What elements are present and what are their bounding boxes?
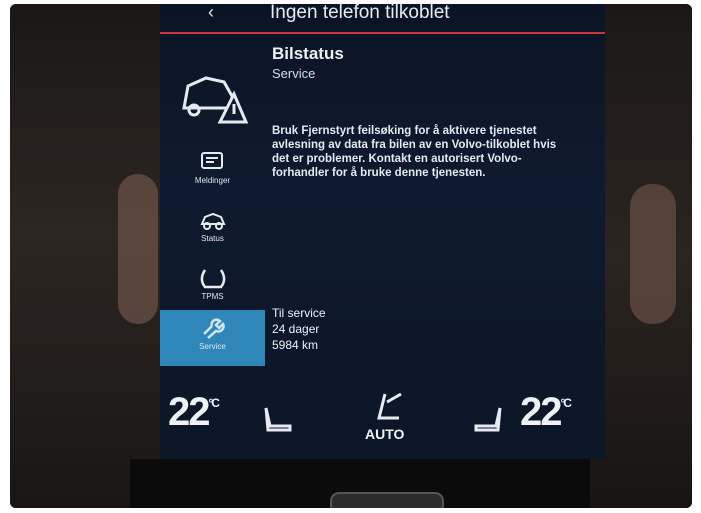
- sidebar-item-label: Meldinger: [194, 176, 231, 185]
- sidebar-item-status[interactable]: Status: [160, 202, 265, 258]
- left-temp-unit: °C: [208, 396, 221, 410]
- car-warning-icon: [182, 76, 248, 124]
- back-icon[interactable]: ‹: [208, 4, 214, 23]
- status-bar-title: Ingen telefon tilkoblet: [270, 4, 450, 23]
- hand-reflection-left: [118, 174, 158, 324]
- tire-pressure-icon: [200, 269, 225, 289]
- status-bar: ‹ Ingen telefon tilkoblet: [160, 4, 605, 34]
- sidebar-item-label: Service: [199, 342, 226, 351]
- right-temp-unit: °C: [560, 396, 573, 410]
- page-title: Bilstatus: [272, 44, 344, 63]
- left-temperature[interactable]: 22°C: [168, 390, 221, 435]
- left-temp-value: 22: [168, 390, 210, 434]
- sidebar-item-service[interactable]: Service: [160, 310, 265, 366]
- right-temp-value: 22: [520, 390, 562, 434]
- right-seat-heat-icon[interactable]: [470, 404, 506, 434]
- service-info-text: Bruk Fjernstyrt feilsøking for å aktiver…: [272, 125, 557, 179]
- sidebar-item-label: Status: [201, 234, 224, 243]
- service-icon: [202, 318, 225, 339]
- infotainment-screen: ‹ Ingen telefon tilkoblet Meldinger Stat…: [160, 4, 605, 459]
- car-status-icon: [199, 212, 226, 230]
- hand-reflection-right: [630, 184, 676, 324]
- home-button[interactable]: [330, 492, 444, 508]
- left-seat-heat-icon[interactable]: [260, 404, 296, 434]
- right-temperature[interactable]: 22°C: [520, 390, 573, 435]
- sidebar-item-label: TPMS: [201, 292, 224, 301]
- service-distance: 5984 km: [272, 338, 319, 352]
- sidebar-item-meldinger[interactable]: Meldinger: [160, 144, 265, 200]
- sidebar-item-tpms[interactable]: TPMS: [160, 260, 265, 316]
- auto-label: AUTO: [365, 426, 405, 442]
- climate-bar: 22°C AUTO 22°C: [160, 384, 605, 459]
- auto-climate-icon[interactable]: [365, 390, 405, 426]
- photo-frame: ‹ Ingen telefon tilkoblet Meldinger Stat…: [10, 4, 692, 508]
- service-label: Til service: [272, 306, 326, 320]
- page-subtitle: Service: [272, 66, 316, 81]
- sidebar: Meldinger Status TPMS Service: [160, 34, 265, 366]
- messages-icon: [200, 152, 223, 169]
- service-days: 24 dager: [272, 322, 320, 336]
